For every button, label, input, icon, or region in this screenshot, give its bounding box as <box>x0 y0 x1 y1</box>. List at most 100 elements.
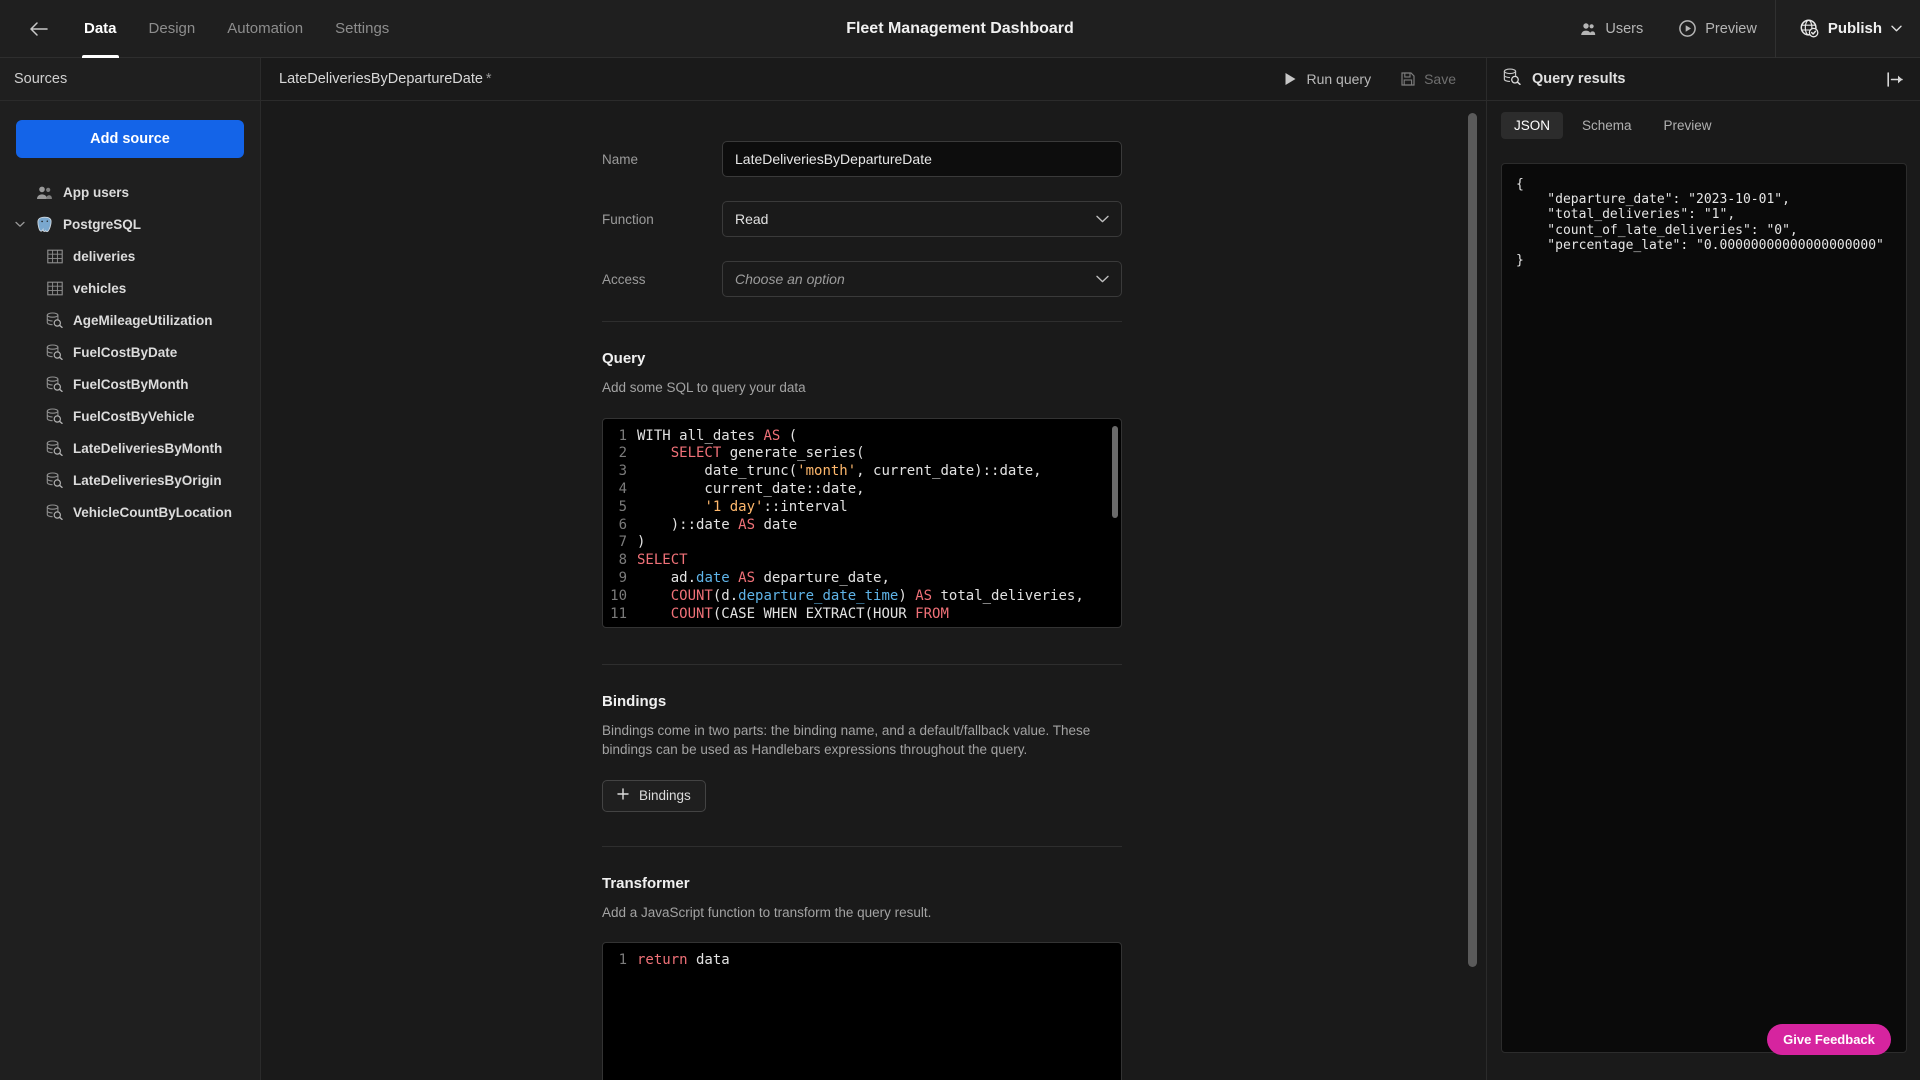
tab-preview[interactable]: Preview <box>1651 112 1725 139</box>
sidebar-item-label: FuelCostByVehicle <box>73 408 195 424</box>
code-line: 10 COUNT(d.departure_date_time) AS total… <box>603 588 1121 606</box>
query-editor-main: Name Function Read Access Choo <box>261 101 1486 1080</box>
save-button[interactable]: Save <box>1389 65 1468 93</box>
transformer-code-lines[interactable]: 1 return data <box>603 943 1121 979</box>
sql-code-lines[interactable]: 1 WITH all_dates AS (2 SELECT generate_se… <box>603 419 1121 627</box>
tab-preview-label: Preview <box>1663 118 1712 133</box>
code-line: 4 current_date::date, <box>603 481 1121 499</box>
line-number: 3 <box>618 463 627 480</box>
publish-label: Publish <box>1827 20 1882 37</box>
code-line: 11 COUNT(CASE WHEN EXTRACT(HOUR FROM <box>603 606 1121 624</box>
users-label: Users <box>1605 20 1644 37</box>
sidebar-item-postgresql[interactable]: PostgreSQL <box>0 208 260 240</box>
query-icon <box>46 440 63 457</box>
sidebar-item-label: AgeMileageUtilization <box>73 312 213 328</box>
code-line: 9 ad.date AS departure_date, <box>603 570 1121 588</box>
tab-data[interactable]: Data <box>70 0 131 58</box>
publish-button[interactable]: Publish <box>1784 0 1912 58</box>
postgres-icon <box>36 216 53 233</box>
add-bindings-button[interactable]: Bindings <box>602 779 706 812</box>
sidebar-item-agemileageutilization[interactable]: AgeMileageUtilization <box>0 304 260 336</box>
access-field[interactable]: Choose an option <box>722 261 1122 297</box>
sidebar-item-label: PostgreSQL <box>63 216 142 232</box>
sidebar-item-fuelcostbymonth[interactable]: FuelCostByMonth <box>0 368 260 400</box>
give-feedback-button[interactable]: Give Feedback <box>1767 1024 1891 1055</box>
chevron-down-icon[interactable] <box>14 221 26 228</box>
name-field[interactable] <box>722 141 1122 177</box>
sql-editor[interactable]: 1 WITH all_dates AS (2 SELECT generate_se… <box>602 417 1122 628</box>
transformer-subtitle: Add a JavaScript function to transform t… <box>602 904 932 920</box>
sidebar-item-fuelcostbydate[interactable]: FuelCostByDate <box>0 336 260 368</box>
arrow-left-icon <box>30 21 48 36</box>
line-number: 9 <box>618 569 627 586</box>
preview-label: Preview <box>1705 20 1757 37</box>
tab-json[interactable]: JSON <box>1501 112 1564 139</box>
access-select[interactable]: Choose an option <box>722 261 1122 297</box>
sidebar-item-label: LateDeliveriesByOrigin <box>73 472 222 488</box>
sidebar-item-vehiclecountbylocation[interactable]: VehicleCountByLocation <box>0 496 260 528</box>
query-icon <box>46 472 63 489</box>
tab-settings[interactable]: Settings <box>321 0 403 58</box>
users-button[interactable]: Users <box>1562 0 1661 58</box>
sidebar-item-deliveries[interactable]: deliveries <box>0 240 260 272</box>
query-section-subtitle: Add some SQL to query your data <box>602 380 806 395</box>
code-text: SELECT <box>637 552 688 569</box>
function-value: Read <box>735 211 769 227</box>
sidebar-item-label: deliveries <box>73 248 136 264</box>
main-scrollbar[interactable] <box>1468 113 1477 967</box>
table-icon <box>46 280 63 297</box>
tab-schema[interactable]: Schema <box>1569 112 1645 139</box>
play-icon <box>1285 73 1296 85</box>
code-text: )::date AS date <box>637 516 798 533</box>
query-toolbar-actions: Run query Save <box>1272 65 1468 93</box>
sidebar-item-fuelcostbyvehicle[interactable]: FuelCostByVehicle <box>0 400 260 432</box>
name-input[interactable] <box>722 141 1122 177</box>
query-icon <box>1503 68 1521 90</box>
name-field-row: Name <box>602 141 1122 177</box>
access-label: Access <box>602 271 646 287</box>
line-number: 5 <box>618 498 627 515</box>
users-icon <box>1581 22 1596 35</box>
sidebar-item-latedeliveriesbymonth[interactable]: LateDeliveriesByMonth <box>0 432 260 464</box>
transformer-section: Transformer Add a JavaScript function to… <box>602 847 1122 1080</box>
code-text: '1 day'::interval <box>704 498 848 515</box>
code-text: ad.date AS departure_date, <box>637 569 890 586</box>
table-icon <box>46 248 63 265</box>
line-number: 1 <box>618 427 627 444</box>
sql-editor-scrollbar[interactable] <box>1112 425 1118 518</box>
code-text: date_trunc('month', current_date)::date, <box>637 463 1042 480</box>
function-select[interactable]: Read <box>722 201 1122 237</box>
transformer-heading: Transformer <box>602 874 690 892</box>
function-field[interactable]: Read <box>722 201 1122 237</box>
source-tree: App users PostgreSQL deliveries vehicles… <box>0 176 260 528</box>
query-section-heading: Query <box>602 350 646 367</box>
run-query-button[interactable]: Run query <box>1272 65 1383 93</box>
collapse-right-icon[interactable] <box>1887 71 1904 87</box>
code-text: SELECT generate_series( <box>670 445 865 462</box>
transformer-editor[interactable]: 1 return data <box>602 942 1122 1080</box>
tab-automation[interactable]: Automation <box>213 0 317 58</box>
sidebar-item-label: FuelCostByMonth <box>73 376 189 392</box>
sidebar-item-vehicles[interactable]: vehicles <box>0 272 260 304</box>
query-icon <box>46 312 63 329</box>
sidebar-item-app-users[interactable]: App users <box>0 176 260 208</box>
tab-json-label: JSON <box>1514 118 1551 133</box>
query-tab-name[interactable]: LateDeliveriesByDepartureDate * <box>279 71 492 87</box>
preview-button[interactable]: Preview <box>1661 0 1775 58</box>
add-source-button[interactable]: Add source <box>16 120 244 158</box>
back-button[interactable] <box>22 12 56 46</box>
bindings-heading: Bindings <box>602 692 667 710</box>
sidebar-item-latedeliveriesbyorigin[interactable]: LateDeliveriesByOrigin <box>0 464 260 496</box>
query-icon <box>46 504 63 521</box>
tab-automation-label: Automation <box>227 20 304 37</box>
tab-design[interactable]: Design <box>135 0 210 58</box>
query-icon <box>46 376 63 393</box>
code-line: 1 return data <box>603 952 1121 970</box>
json-output: { "departure_date": "2023-10-01", "total… <box>1516 177 1884 269</box>
query-toolbar: LateDeliveriesByDepartureDate * Run query… <box>261 58 1486 101</box>
globe-check-icon <box>1800 19 1819 38</box>
tab-data-label: Data <box>84 20 117 37</box>
chevron-down-icon <box>1096 275 1109 283</box>
query-results-body: { "departure_date": "2023-10-01", "total… <box>1501 163 1907 1053</box>
code-line: 6 )::date AS date <box>603 517 1121 535</box>
